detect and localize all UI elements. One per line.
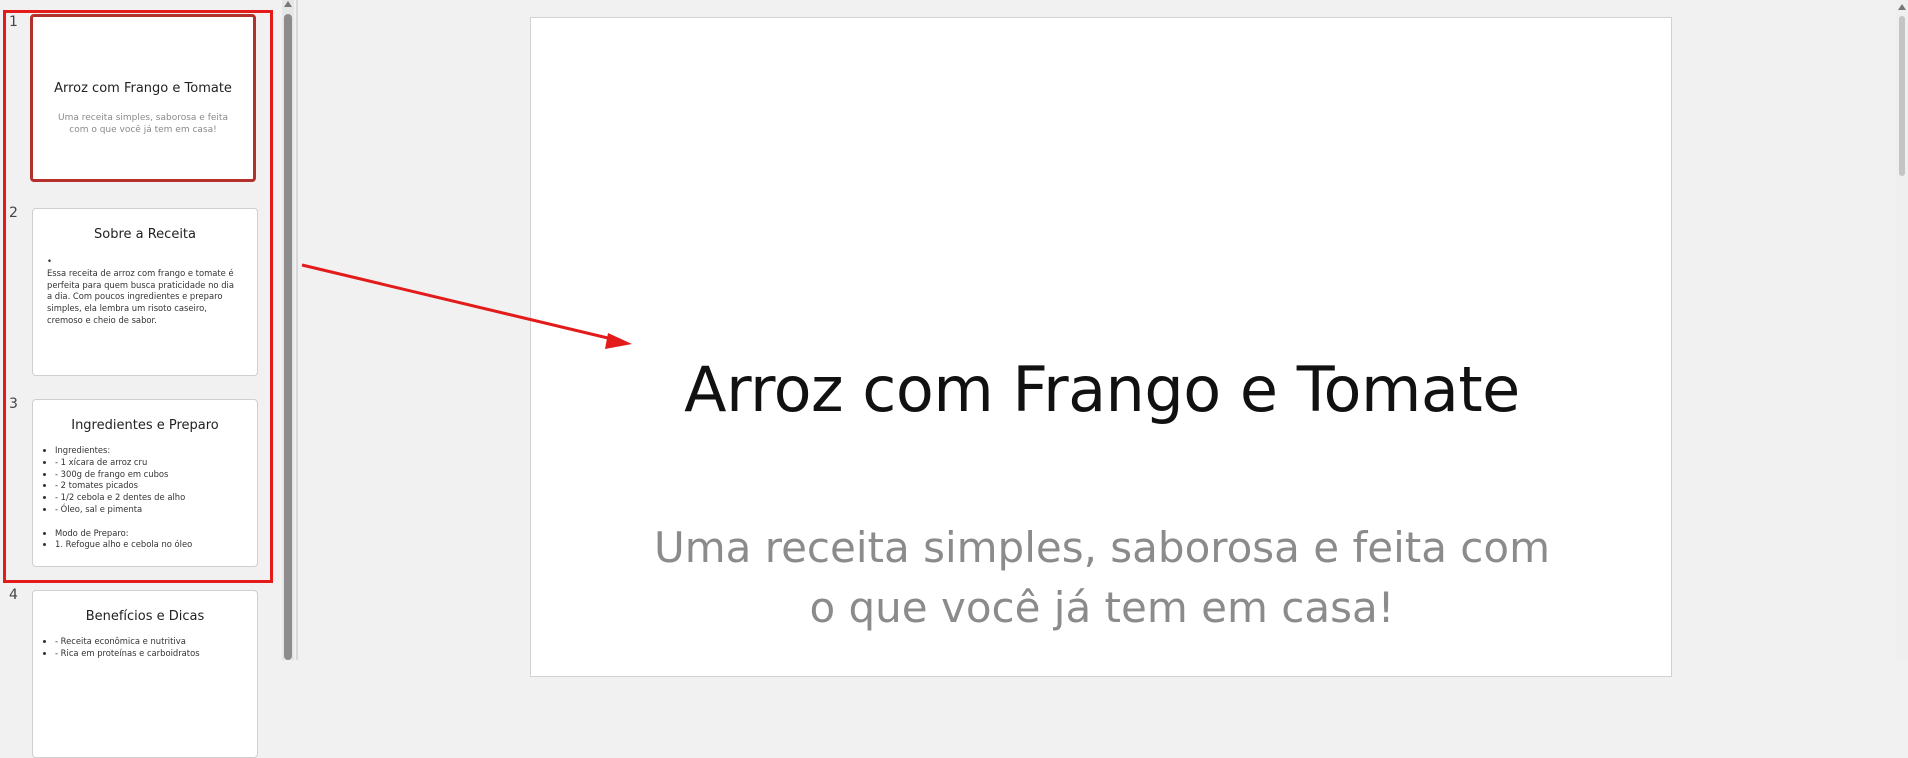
slide-thumbnails-pane: 1 Arroz com Frango e Tomate Uma receita … <box>0 0 282 758</box>
slide-title[interactable]: Arroz com Frango e Tomate <box>531 353 1673 426</box>
thumb-title: Sobre a Receita <box>93 227 196 242</box>
scrollbar-thumb[interactable] <box>1899 16 1905 176</box>
thumb-number-1: 1 <box>9 14 18 30</box>
scroll-up-arrow-icon[interactable] <box>284 1 292 7</box>
list-item: - Rica em proteínas e carboidratos <box>55 648 243 660</box>
thumb-title: Ingredientes e Preparo <box>71 418 219 433</box>
thumb-number-2: 2 <box>9 205 18 221</box>
thumb-number-4: 4 <box>9 587 18 603</box>
list-item: - 2 tomates picados <box>55 480 243 492</box>
thumb-bullet-list: Ingredientes: - 1 xícara de arroz cru - … <box>55 445 243 551</box>
slide-thumbnail-4[interactable]: Benefícios e Dicas - Receita econômica e… <box>32 590 258 758</box>
main-scrollbar[interactable] <box>1896 0 1908 660</box>
slide-thumbnail-2[interactable]: Sobre a Receita •Essa receita de arroz c… <box>32 208 258 376</box>
thumb-bullet-list: - Receita econômica e nutritiva - Rica e… <box>55 636 243 660</box>
slide-subtitle[interactable]: Uma receita simples, saborosa e feita co… <box>651 518 1553 638</box>
thumbnails-scrollbar[interactable] <box>282 0 294 660</box>
list-item <box>55 516 243 528</box>
thumb-paragraph: •Essa receita de arroz com frango e toma… <box>47 256 234 325</box>
thumb-number-3: 3 <box>9 396 18 412</box>
slide-canvas[interactable]: Arroz com Frango e Tomate Uma receita si… <box>530 17 1672 677</box>
thumb-subtitle: Uma receita simples, saborosa e feita co… <box>58 113 228 135</box>
thumb-title: Arroz com Frango e Tomate <box>54 81 232 96</box>
scroll-up-arrow-icon[interactable] <box>1898 4 1906 10</box>
list-item: Ingredientes: <box>55 445 243 457</box>
slide-thumbnail-3[interactable]: Ingredientes e Preparo Ingredientes: - 1… <box>32 399 258 567</box>
list-item: - Receita econômica e nutritiva <box>55 636 243 648</box>
list-item: 1. Refogue alho e cebola no óleo <box>55 539 243 551</box>
list-item: - 300g de frango em cubos <box>55 469 243 481</box>
pane-divider[interactable] <box>296 0 298 660</box>
list-item: - 1 xícara de arroz cru <box>55 457 243 469</box>
slide-thumbnail-1[interactable]: Arroz com Frango e Tomate Uma receita si… <box>30 14 256 182</box>
scrollbar-thumb[interactable] <box>284 14 292 660</box>
thumb-title: Benefícios e Dicas <box>85 609 205 624</box>
list-item: - Óleo, sal e pimenta <box>55 504 243 516</box>
list-item: Modo de Preparo: <box>55 528 243 540</box>
list-item: - 1/2 cebola e 2 dentes de alho <box>55 492 243 504</box>
